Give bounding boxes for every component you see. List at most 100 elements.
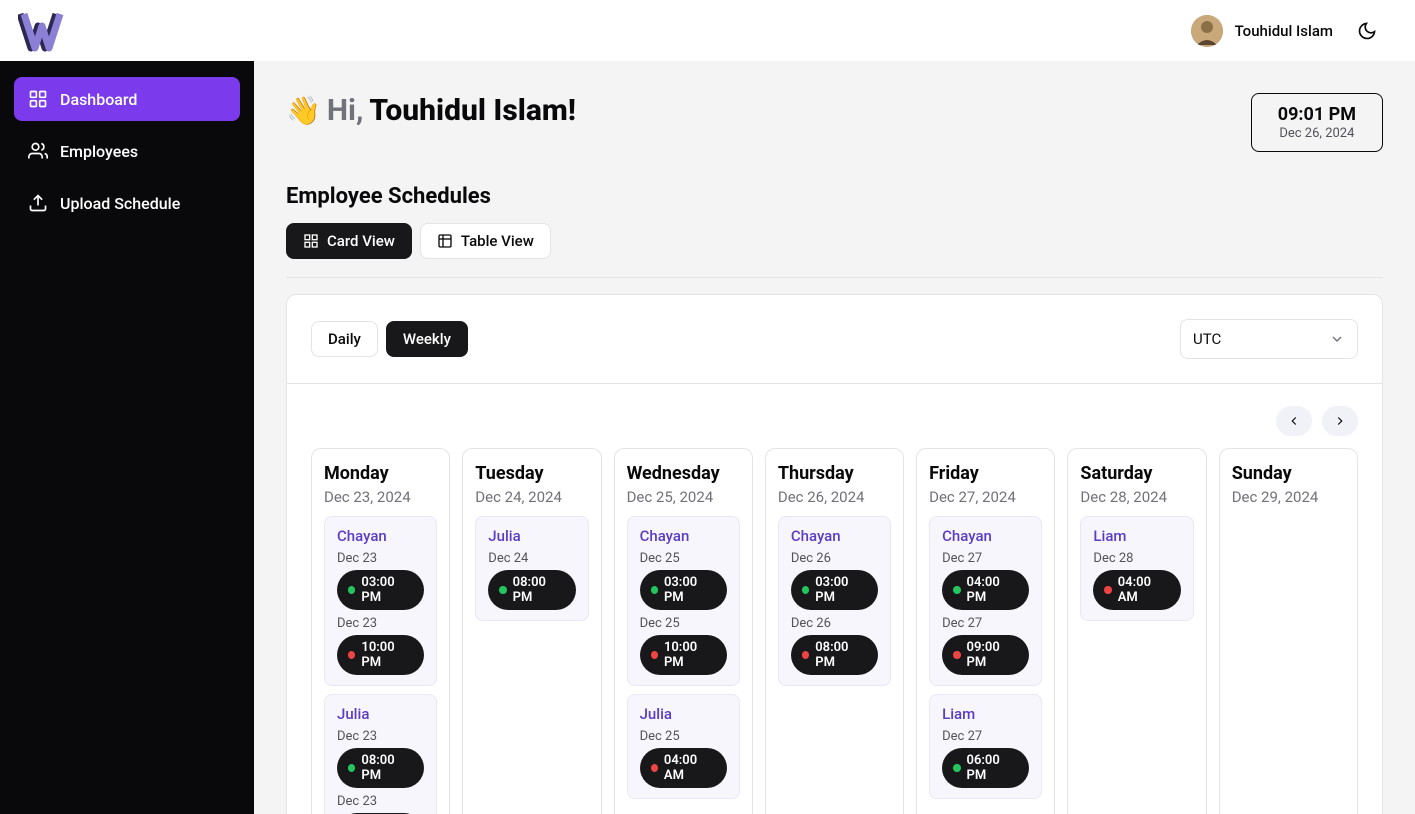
employee-name: Liam [942, 705, 1029, 723]
day-column: Thursday Dec 26, 2024 Chayan Dec 26 03:00 PM… [765, 448, 904, 814]
employee-card[interactable]: ChayanDec 2303:00 PMDec 2310:00 PM [324, 516, 437, 686]
employee-name: Chayan [337, 527, 424, 545]
wave-icon: 👋 [286, 94, 321, 127]
day-date: Dec 28, 2024 [1080, 488, 1193, 506]
dashboard-icon [28, 89, 48, 109]
status-dot-red-icon [1104, 586, 1111, 594]
slot-date: Dec 27 [942, 551, 1029, 566]
status-dot-red-icon [348, 651, 355, 659]
status-dot-green-icon [348, 764, 355, 772]
status-dot-green-icon [953, 586, 960, 594]
time-pill: 03:00 PM [640, 570, 727, 610]
username-label: Touhidul Islam [1235, 22, 1333, 40]
employee-name: Chayan [791, 527, 878, 545]
user-menu[interactable]: Touhidul Islam [1191, 15, 1333, 47]
divider [286, 277, 1383, 278]
avatar [1191, 15, 1223, 47]
app-logo[interactable] [18, 10, 66, 52]
card-view-button[interactable]: Card View [286, 223, 412, 259]
daily-mode-button[interactable]: Daily [311, 321, 378, 357]
slot-time: 04:00 AM [664, 753, 716, 783]
employee-card[interactable]: ChayanDec 2704:00 PMDec 2709:00 PM [929, 516, 1042, 686]
weekly-mode-button[interactable]: Weekly [386, 321, 468, 357]
slot-time: 09:00 PM [967, 640, 1019, 670]
employee-card[interactable]: Julia Dec 25 04:00 AM [627, 694, 740, 799]
slot-time: 04:00 AM [1118, 575, 1170, 605]
sidebar-item-upload-schedule[interactable]: Upload Schedule [14, 181, 240, 225]
status-dot-green-icon [651, 586, 658, 594]
employee-card[interactable]: ChayanDec 2503:00 PMDec 2510:00 PM [627, 516, 740, 686]
employee-name: Julia [337, 705, 424, 723]
day-column: Tuesday Dec 24, 2024 JuliaDec 2408:00 PM [462, 448, 601, 814]
day-date: Dec 29, 2024 [1232, 488, 1345, 506]
clock-widget: 09:01 PM Dec 26, 2024 [1251, 93, 1383, 152]
sidebar-item-label: Upload Schedule [60, 194, 180, 213]
day-name: Wednesday [627, 463, 740, 484]
employee-name: Julia [640, 705, 727, 723]
day-name: Saturday [1080, 463, 1193, 484]
slot-time: 03:00 PM [815, 575, 867, 605]
sidebar: Dashboard Employees Upload Schedule [0, 61, 254, 814]
weekly-label: Weekly [403, 330, 451, 348]
employee-name: Liam [1093, 527, 1180, 545]
employee-card[interactable]: LiamDec 2804:00 AM [1080, 516, 1193, 621]
time-pill: 09:00 PM [942, 635, 1029, 675]
day-column: Sunday Dec 29, 2024 [1219, 448, 1358, 814]
employee-card[interactable]: ChayanDec 2603:00 PMDec 2608:00 PM [778, 516, 891, 686]
slot-time: 03:00 PM [664, 575, 716, 605]
day-column: FridayDec 27, 2024ChayanDec 2704:00 PMDe… [916, 448, 1055, 814]
prev-week-button[interactable] [1276, 406, 1312, 436]
employee-card[interactable]: JuliaDec 2308:00 PMDec 2311:00 PM [324, 694, 437, 814]
day-date: Dec 26, 2024 [778, 488, 891, 506]
employee-card[interactable]: Liam Dec 27 06:00 PM [929, 694, 1042, 799]
time-pill: 03:00 PM [791, 570, 878, 610]
time-pill: 10:00 PM [337, 635, 424, 675]
slot-date: Dec 26 [791, 551, 878, 566]
day-name: Thursday [778, 463, 891, 484]
slot-date: Dec 23 [337, 616, 424, 631]
greeting: 👋 Hi, Touhidul Islam! [286, 93, 576, 128]
slot-date: Dec 23 [337, 729, 424, 744]
day-date: Dec 25, 2024 [627, 488, 740, 506]
sidebar-item-dashboard[interactable]: Dashboard [14, 77, 240, 121]
day-date: Dec 24, 2024 [475, 488, 588, 506]
time-pill: 10:00 PM [640, 635, 727, 675]
greeting-hi: Hi, [327, 93, 364, 128]
chevron-down-icon [1329, 331, 1345, 347]
status-dot-red-icon [651, 651, 658, 659]
status-dot-green-icon [499, 586, 506, 594]
slot-date: Dec 27 [942, 729, 1029, 744]
chevron-right-icon [1333, 414, 1347, 428]
slot-date: Dec 23 [337, 794, 424, 809]
section-title: Employee Schedules [286, 184, 1383, 209]
sidebar-item-label: Employees [60, 142, 138, 161]
day-name: Tuesday [475, 463, 588, 484]
time-pill: 04:00 AM [640, 748, 727, 788]
day-name: Sunday [1232, 463, 1345, 484]
next-week-button[interactable] [1322, 406, 1358, 436]
status-dot-red-icon [802, 651, 809, 659]
sidebar-item-employees[interactable]: Employees [14, 129, 240, 173]
greeting-name: Touhidul Islam! [369, 93, 576, 128]
clock-time: 09:01 PM [1278, 104, 1356, 125]
day-column: MondayDec 23, 2024ChayanDec 2303:00 PMDe… [311, 448, 450, 814]
theme-toggle-button[interactable] [1351, 15, 1383, 47]
slot-date: Dec 25 [640, 616, 727, 631]
employee-card[interactable]: JuliaDec 2408:00 PM [475, 516, 588, 621]
status-dot-red-icon [953, 651, 960, 659]
chevron-left-icon [1287, 414, 1301, 428]
day-name: Monday [324, 463, 437, 484]
card-view-label: Card View [327, 232, 395, 250]
time-pill: 06:00 PM [942, 748, 1029, 788]
day-date: Dec 27, 2024 [929, 488, 1042, 506]
table-view-button[interactable]: Table View [420, 223, 551, 259]
slot-time: 10:00 PM [664, 640, 716, 670]
slot-date: Dec 24 [488, 551, 575, 566]
day-name: Friday [929, 463, 1042, 484]
slot-time: 10:00 PM [361, 640, 413, 670]
status-dot-green-icon [953, 764, 960, 772]
schedule-panel: Daily Weekly UTC MondayDec 23, 2 [286, 294, 1383, 814]
slot-date: Dec 25 [640, 729, 727, 744]
slot-time: 03:00 PM [361, 575, 413, 605]
timezone-select[interactable]: UTC [1180, 319, 1358, 359]
